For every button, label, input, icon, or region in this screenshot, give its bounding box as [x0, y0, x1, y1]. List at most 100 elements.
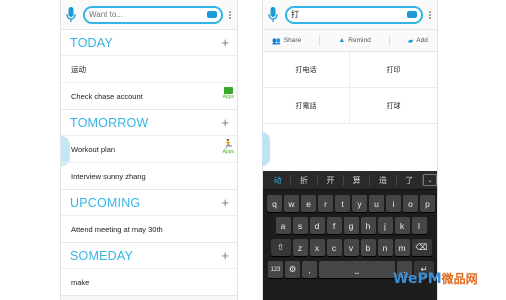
- key[interactable]: t: [335, 195, 350, 212]
- search-field[interactable]: [285, 5, 423, 24]
- add-card-icon: ▰: [407, 37, 414, 45]
- microphone-icon[interactable]: [267, 6, 279, 23]
- search-bar: [61, 0, 237, 30]
- add-task-button[interactable]: +: [221, 116, 229, 129]
- section-header: UPCOMING +: [61, 190, 237, 215]
- candidate-bar: 动 折 开 算 造 了 ⌄: [263, 171, 437, 190]
- space-key[interactable]: ⎵: [319, 261, 395, 278]
- drawer-handle[interactable]: [262, 132, 270, 166]
- task-text: Check chase account: [71, 91, 143, 101]
- divider: [319, 35, 321, 46]
- section-title: UPCOMING: [70, 195, 141, 210]
- task-text: Workout plan: [71, 144, 116, 154]
- key[interactable]: x: [309, 239, 325, 256]
- key[interactable]: n: [377, 239, 393, 256]
- section-header: TOMORROW +: [61, 110, 237, 135]
- key[interactable]: v: [343, 239, 359, 256]
- add-button[interactable]: ▰ Add: [408, 37, 428, 45]
- shift-key[interactable]: ⇧: [270, 239, 291, 256]
- bell-icon: ▲: [338, 37, 346, 44]
- apps-label: Apps: [222, 149, 234, 155]
- section-today: TODAY + 运动 Check chase account Apps: [61, 30, 237, 110]
- key[interactable]: y: [352, 195, 367, 212]
- key[interactable]: b: [360, 239, 376, 256]
- candidate-word[interactable]: 动: [265, 174, 292, 186]
- overflow-menu-icon[interactable]: [227, 10, 233, 19]
- key[interactable]: g: [343, 217, 359, 234]
- search-input[interactable]: [291, 10, 407, 19]
- task-item[interactable]: make: [61, 268, 237, 295]
- key[interactable]: m: [394, 239, 410, 256]
- key[interactable]: e: [301, 195, 316, 212]
- candidate-word[interactable]: 算: [344, 174, 371, 186]
- numbers-key[interactable]: 123: [268, 261, 283, 278]
- remind-label: Remind: [348, 37, 371, 44]
- key[interactable]: r: [318, 195, 333, 212]
- section-title: SOMEDAY: [70, 248, 133, 263]
- key[interactable]: p: [420, 195, 435, 212]
- section-title: TOMORROW: [70, 115, 149, 130]
- expand-candidates-icon[interactable]: ⌄: [422, 174, 437, 186]
- overflow-menu-icon[interactable]: [427, 10, 433, 19]
- candidate-word[interactable]: 造: [370, 174, 397, 186]
- add-task-button[interactable]: +: [221, 196, 229, 209]
- settings-key[interactable]: ⚙: [285, 261, 300, 278]
- suggestion-grid: 打电话 打印 打電話 打球: [263, 52, 437, 124]
- key[interactable]: q: [267, 195, 282, 212]
- key[interactable]: k: [394, 217, 410, 234]
- share-people-icon: 👥: [272, 37, 281, 45]
- key[interactable]: j: [377, 217, 393, 234]
- task-item[interactable]: Check chase account Apps: [61, 82, 237, 109]
- add-task-button[interactable]: +: [221, 36, 229, 49]
- apps-badge[interactable]: Apps: [223, 87, 234, 100]
- backspace-key[interactable]: ⌫: [411, 239, 432, 256]
- task-item[interactable]: 运动: [61, 55, 237, 82]
- microphone-icon[interactable]: [65, 6, 77, 23]
- key[interactable]: w: [284, 195, 299, 212]
- candidate-word[interactable]: 开: [318, 174, 344, 186]
- divider: [388, 35, 390, 46]
- task-item[interactable]: Attend meeting at may 30th: [61, 215, 237, 242]
- key[interactable]: d: [309, 217, 325, 234]
- todo-list-screen: TODAY + 运动 Check chase account Apps TOMO…: [60, 0, 238, 300]
- key[interactable]: h: [360, 217, 376, 234]
- watermark-sub: 微品网: [441, 272, 478, 286]
- share-button[interactable]: 👥 Share: [272, 37, 301, 45]
- key[interactable]: l: [411, 217, 427, 234]
- key[interactable]: s: [292, 217, 308, 234]
- key[interactable]: a: [275, 217, 291, 234]
- key[interactable]: f: [326, 217, 342, 234]
- search-field[interactable]: [83, 5, 223, 24]
- watermark-main: WePM: [393, 271, 442, 287]
- task-item[interactable]: Interview sunny zhang: [61, 162, 237, 189]
- section-title: TODAY: [70, 35, 113, 50]
- key[interactable]: u: [369, 195, 384, 212]
- candidate-word[interactable]: 折: [291, 174, 318, 186]
- keyboard-icon[interactable]: [407, 11, 417, 18]
- task-text: Interview sunny zhang: [71, 171, 146, 181]
- apps-badge[interactable]: 🏃 Apps: [222, 140, 234, 156]
- key-row-3: ⇧ z x c v b n m ⌫: [263, 239, 437, 256]
- suggestion-item[interactable]: 打電話: [263, 88, 350, 124]
- watermark-logo: WePM微品网: [393, 270, 478, 287]
- section-header: SOMEDAY +: [61, 243, 237, 268]
- key[interactable]: o: [403, 195, 418, 212]
- share-label: Share: [283, 37, 302, 44]
- comma-key[interactable]: ,: [302, 261, 317, 278]
- search-input[interactable]: [89, 10, 207, 19]
- remind-button[interactable]: ▲ Remind: [338, 37, 370, 44]
- add-task-button[interactable]: +: [221, 249, 229, 262]
- keyboard-icon[interactable]: [207, 11, 217, 18]
- key[interactable]: c: [326, 239, 342, 256]
- suggestion-item[interactable]: 打印: [350, 52, 437, 88]
- key-row-2: a s d f g h j k l: [263, 217, 437, 234]
- key[interactable]: i: [386, 195, 401, 212]
- task-item[interactable]: Workout plan 🏃 Apps: [61, 135, 237, 162]
- suggestion-item[interactable]: 打球: [350, 88, 437, 124]
- add-label: Add: [416, 37, 428, 44]
- quick-add-screen: 👥Share ▲Remind ▰Add 打电话 打印 打電話 打球 动 折 开 …: [262, 0, 438, 300]
- suggestion-item[interactable]: 打电话: [263, 52, 350, 88]
- candidate-word[interactable]: 了: [397, 174, 423, 186]
- key[interactable]: z: [292, 239, 308, 256]
- app-briefcase-icon: [223, 87, 233, 94]
